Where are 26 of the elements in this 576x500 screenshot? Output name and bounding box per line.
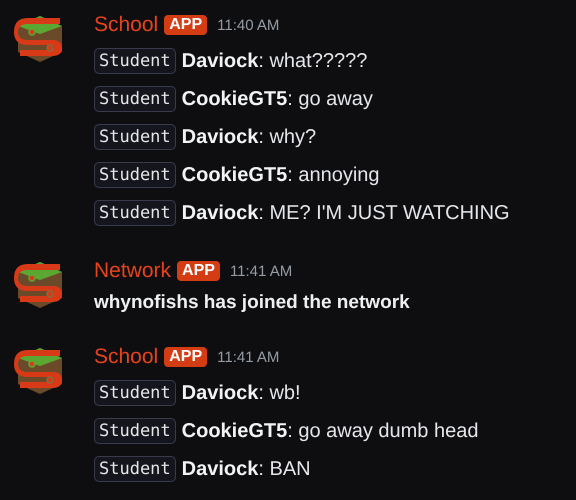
author-name[interactable]: School [94, 345, 158, 369]
role-tag: Student [94, 200, 176, 226]
timestamp: 11:41 AM [217, 348, 280, 366]
author-name[interactable]: School [94, 13, 158, 37]
chat-message: Daviock: why? [182, 126, 316, 148]
chat-message: Daviock: what????? [182, 50, 368, 72]
role-tag: Student [94, 162, 176, 188]
system-message: whynofishs has joined the network [94, 291, 410, 315]
chat-message: Daviock: BAN [182, 458, 311, 480]
chat-message: Daviock: ME? I'M JUST WATCHING [182, 202, 510, 224]
app-badge: APP [164, 15, 208, 35]
chat-message: CookieGT5: go away [182, 88, 373, 110]
role-tag: Student [94, 86, 176, 112]
author-name[interactable]: Network [94, 259, 172, 283]
chat-message: CookieGT5: annoying [182, 164, 380, 186]
role-tag: Student [94, 124, 176, 150]
app-badge: APP [177, 261, 220, 281]
chat-message: Daviock: wb! [182, 382, 301, 404]
role-tag: Student [94, 380, 176, 406]
app-badge: APP [164, 347, 208, 367]
chat-message: CookieGT5: go away dumb head [182, 420, 478, 442]
role-tag: Student [94, 48, 176, 74]
timestamp: 11:41 AM [230, 262, 292, 280]
role-tag: Student [94, 456, 176, 482]
role-tag: Student [94, 418, 176, 444]
timestamp: 11:40 AM [217, 16, 280, 34]
